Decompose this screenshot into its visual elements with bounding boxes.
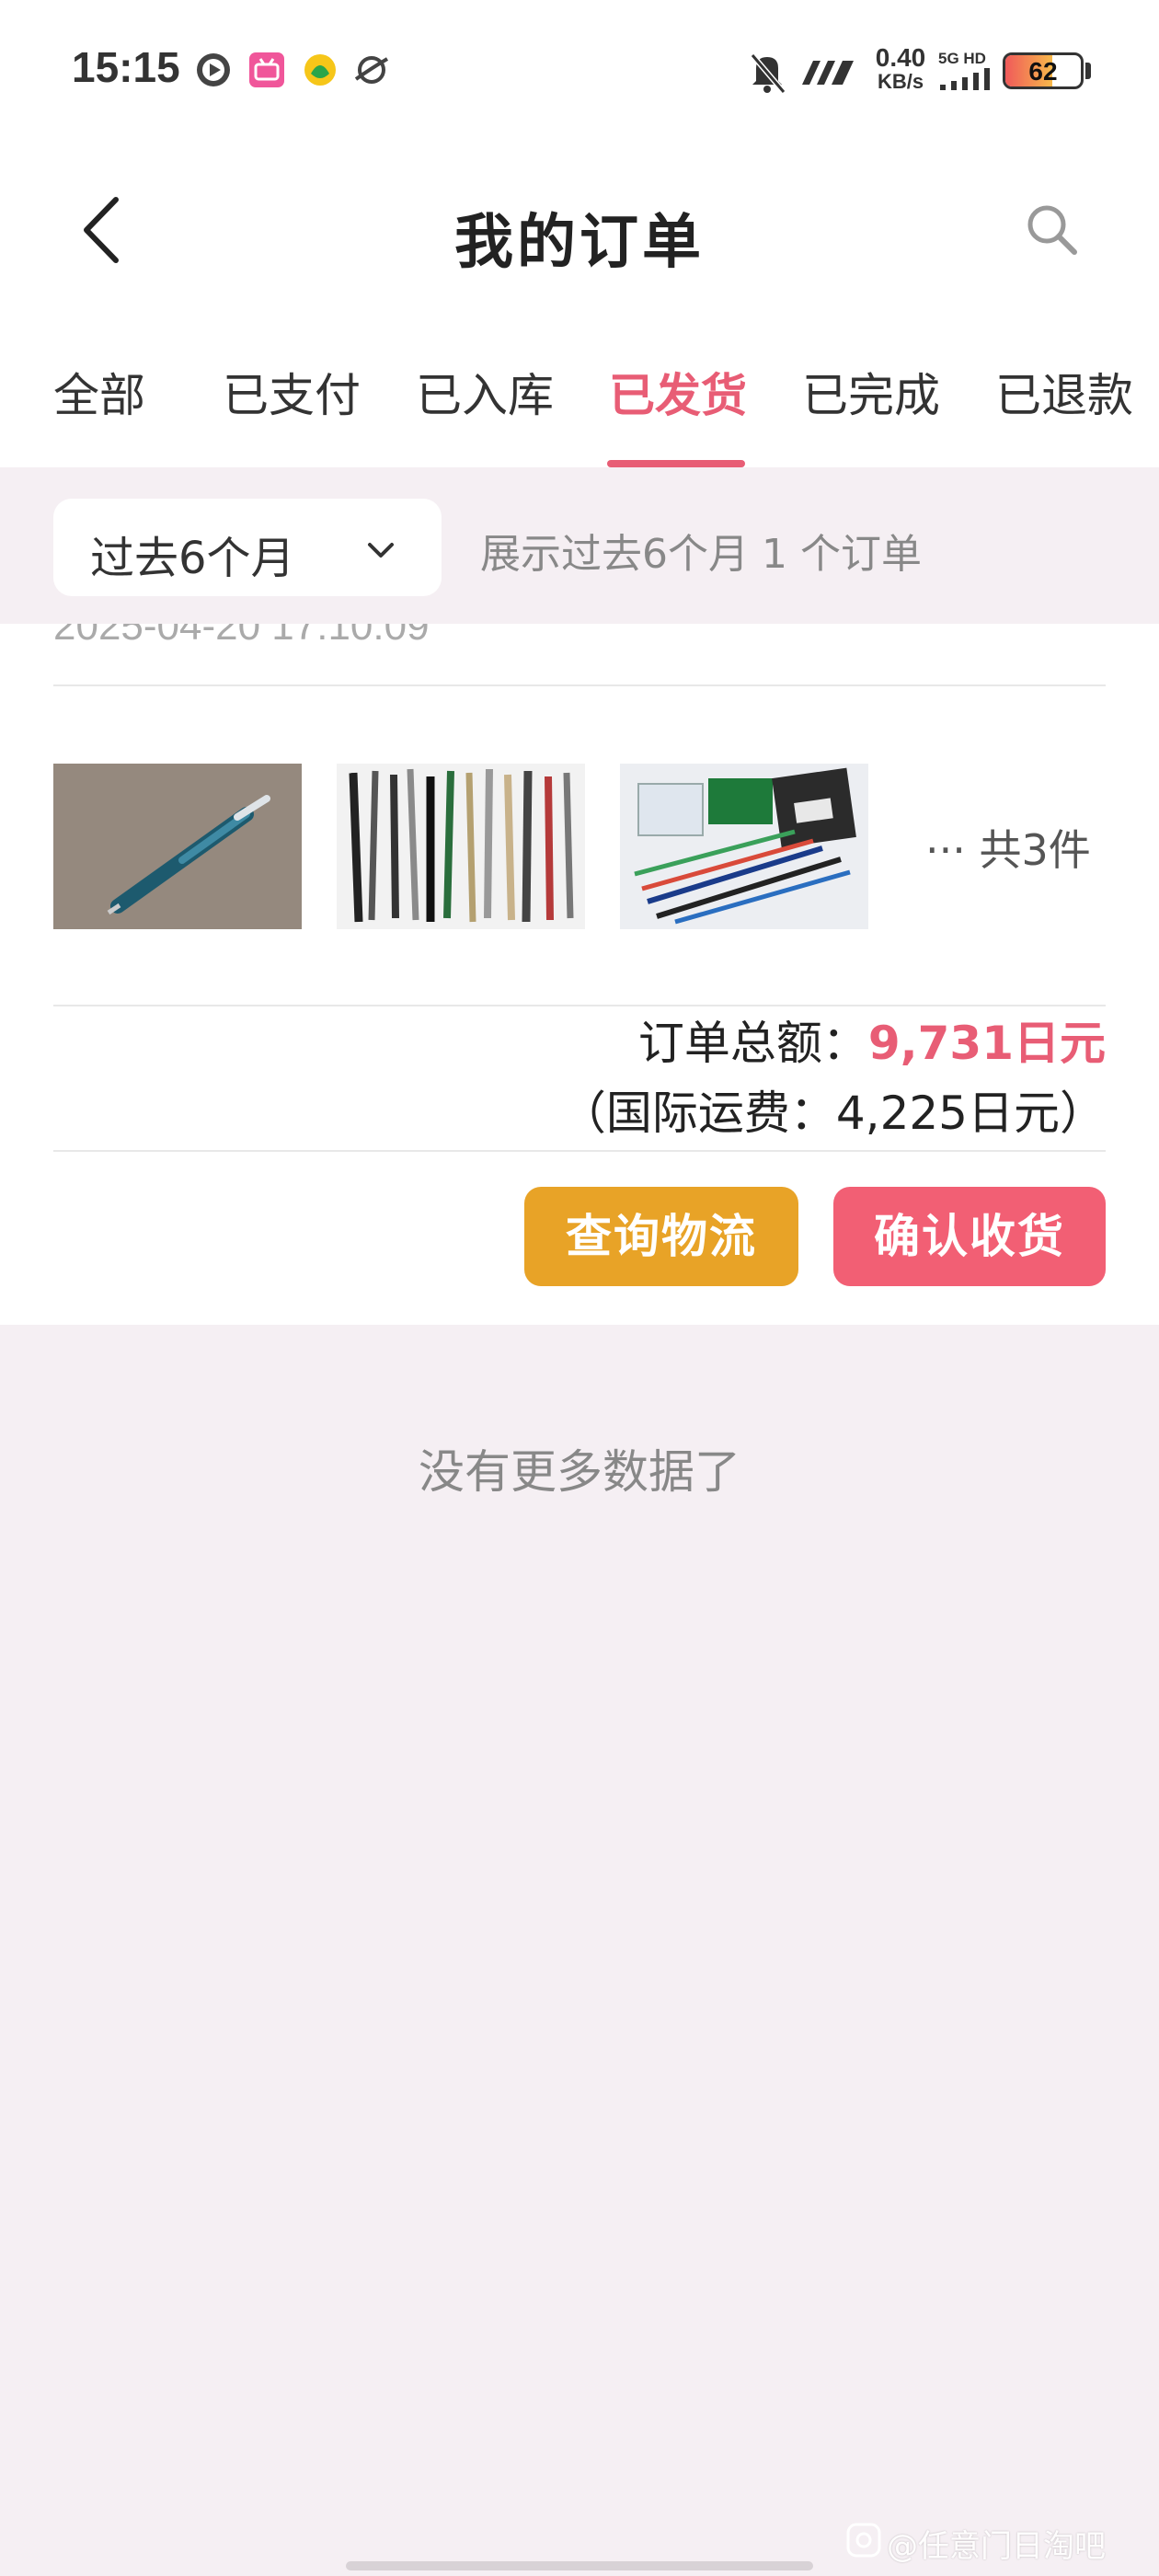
pens-collection-image — [337, 764, 585, 929]
status-bar: 15:15 0.40 KB/s 5G HD 62 — [0, 0, 1159, 138]
network-speed: 0.40 KB/s — [868, 43, 933, 94]
order-time: 2025-04-20 17:10:09 — [53, 624, 430, 649]
search-button[interactable] — [1016, 193, 1089, 267]
tab-shipped[interactable]: 已发货 — [609, 359, 747, 425]
cellular-signal: 5G HD — [938, 50, 993, 94]
product-thumbnail[interactable] — [620, 764, 868, 929]
divider — [53, 684, 1106, 686]
shipping-fee-line: （国际运费：4,225日元） — [559, 1087, 1106, 1140]
watermark: @任意门日淘吧 — [887, 2528, 1106, 2565]
tab-completed[interactable]: 已完成 — [802, 359, 940, 425]
order-total-label: 订单总额： — [637, 1017, 868, 1070]
no-more-data-text: 没有更多数据了 — [419, 1445, 740, 1499]
tab-all[interactable]: 全部 — [53, 359, 145, 425]
filter-bar: 过去6个月 展示过去6个月 1 个订单 — [0, 467, 1159, 624]
pen-set-image — [620, 764, 868, 929]
divider — [53, 1150, 1106, 1152]
product-thumbnail[interactable] — [53, 764, 302, 929]
signal-bars-icon — [940, 68, 990, 90]
home-indicator[interactable] — [346, 2561, 813, 2570]
page-title: 我的订单 — [454, 209, 705, 277]
page-header: 我的订单 — [0, 138, 1159, 322]
hd-signal-icon — [802, 61, 854, 85]
tab-in-warehouse[interactable]: 已入库 — [416, 359, 554, 425]
tab-paid[interactable]: 已支付 — [223, 359, 361, 425]
track-logistics-button[interactable]: 查询物流 — [524, 1187, 798, 1286]
mute-bell-icon — [750, 53, 786, 94]
order-total-line: 订单总额：9,731日元 — [560, 1008, 1106, 1078]
order-total-amount: 9,731日元 — [867, 1017, 1106, 1070]
active-tab-indicator — [607, 460, 745, 467]
lottery-icon — [304, 54, 336, 86]
network-speed-unit: KB/s — [877, 70, 924, 93]
battery-cap — [1085, 63, 1091, 79]
product-thumbnail[interactable] — [337, 764, 585, 929]
battery-level: 62 — [1028, 57, 1058, 86]
planet-icon — [354, 56, 389, 84]
divider — [53, 1005, 1106, 1006]
order-totals: 订单总额：9,731日元 （国际运费：4,225日元） — [560, 1008, 1106, 1148]
item-count[interactable]: ··· 共3件 — [925, 817, 1091, 878]
order-status-tabs: 全部 已支付 已入库 已发货 已完成 已退款 — [0, 322, 1159, 467]
network-speed-value: 0.40 — [875, 43, 926, 72]
search-icon — [1027, 205, 1077, 255]
network-type-label: 5G HD — [938, 50, 986, 67]
chevron-down-icon — [368, 543, 394, 558]
order-card[interactable]: 2025-04-20 17:10:09 ··· 共3件 订单总额：9,731日元… — [0, 624, 1159, 1325]
order-count-summary: 展示过去6个月 1 个订单 — [480, 531, 922, 578]
status-time: 15:15 — [72, 43, 180, 91]
confirm-receipt-button[interactable]: 确认收货 — [833, 1187, 1106, 1286]
battery-icon: 62 — [1003, 52, 1084, 89]
media-player-icon — [197, 53, 230, 86]
tab-refunded[interactable]: 已退款 — [995, 359, 1133, 425]
pen-image — [53, 764, 302, 929]
period-select[interactable]: 过去6个月 — [53, 499, 442, 596]
watermark-logo-icon — [846, 2523, 881, 2558]
bilibili-icon — [249, 52, 284, 87]
period-select-value: 过去6个月 — [90, 533, 295, 584]
